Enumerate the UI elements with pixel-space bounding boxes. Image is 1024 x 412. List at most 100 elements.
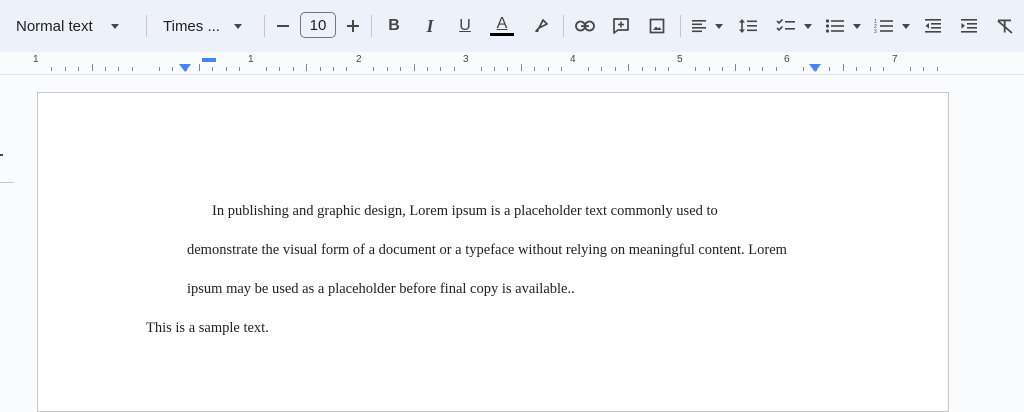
ruler-tick	[668, 67, 669, 71]
image-icon	[649, 18, 665, 34]
increase-font-size-button[interactable]	[341, 14, 365, 38]
ruler-tick	[548, 67, 549, 71]
decrease-indent-icon	[925, 19, 941, 33]
line-spacing-button[interactable]	[736, 14, 760, 38]
chevron-down-icon[interactable]	[853, 24, 861, 29]
bulleted-list-button[interactable]	[823, 14, 847, 38]
ruler-number: 1	[248, 54, 254, 65]
ruler-tick	[655, 67, 656, 71]
increase-indent-icon	[961, 19, 977, 33]
highlight-color-button[interactable]	[529, 14, 553, 38]
ruler-tick	[561, 67, 562, 71]
chevron-down-icon[interactable]	[804, 24, 812, 29]
ruler-tick	[910, 67, 911, 71]
ruler-tick	[51, 67, 52, 71]
ruler-tick	[870, 67, 871, 71]
minus-icon	[277, 25, 289, 27]
paragraph-style-dropdown[interactable]: Normal text	[16, 12, 119, 40]
right-indent-marker-icon[interactable]	[809, 64, 821, 72]
ruler-number: 3	[463, 54, 469, 65]
ruler-tick	[843, 64, 844, 71]
ruler-tick	[642, 67, 643, 71]
ruler-tick	[132, 67, 133, 71]
decrease-font-size-button[interactable]	[271, 14, 295, 38]
svg-text:3: 3	[874, 29, 877, 34]
ruler-tick	[735, 64, 736, 71]
font-size-input[interactable]: 10	[300, 12, 336, 38]
ruler-tick	[346, 67, 347, 71]
ruler-tick	[159, 67, 160, 71]
ruler-number: 1	[33, 54, 39, 65]
increase-indent-button[interactable]	[957, 14, 981, 38]
paragraph-line[interactable]: In publishing and graphic design, Lorem …	[212, 203, 718, 220]
ruler-tick	[829, 67, 830, 71]
ruler-tick	[923, 67, 924, 71]
toolbar-divider	[264, 15, 265, 37]
align-button[interactable]	[687, 14, 711, 38]
bold-button[interactable]: B	[382, 14, 406, 38]
ruler-tick	[373, 67, 374, 71]
ruler-number: 4	[570, 54, 576, 65]
ruler-tick	[440, 67, 441, 71]
decrease-indent-button[interactable]	[921, 14, 945, 38]
toolbar: Normal text Times ... 10 B I U A 1 2 3	[0, 0, 1024, 52]
ruler-tick	[333, 67, 334, 71]
document-page[interactable]: In publishing and graphic design, Lorem …	[37, 92, 949, 412]
ruler-tick	[709, 67, 710, 71]
ruler-tick	[226, 67, 227, 71]
toolbar-divider	[146, 15, 147, 37]
font-family-dropdown[interactable]: Times ...	[163, 12, 242, 40]
ruler-tick	[105, 67, 106, 71]
underline-icon: U	[459, 17, 471, 34]
ruler-tick	[454, 67, 455, 71]
ruler-number: 7	[892, 54, 898, 65]
horizontal-ruler[interactable]: 1 1 2 3 4 5 6 7	[0, 52, 1024, 75]
ruler-tick	[199, 64, 200, 71]
ruler-tick	[494, 67, 495, 71]
chevron-down-icon[interactable]	[902, 24, 910, 29]
ruler-tick	[749, 67, 750, 71]
text-color-swatch	[490, 33, 514, 36]
ruler-tick	[92, 64, 93, 71]
font-family-label: Times ...	[163, 17, 220, 35]
ruler-tick	[601, 67, 602, 71]
numbered-list-icon: 1 2 3	[874, 19, 893, 34]
add-comment-button[interactable]	[609, 14, 633, 38]
toolbar-divider	[371, 15, 372, 37]
ruler-tick	[883, 67, 884, 71]
ruler-tick	[279, 67, 280, 71]
underline-button[interactable]: U	[453, 14, 477, 38]
first-line-indent-marker[interactable]	[202, 58, 216, 62]
chevron-down-icon[interactable]	[715, 24, 723, 29]
chevron-down-icon	[110, 23, 119, 29]
ruler-tick	[414, 64, 415, 71]
checklist-button[interactable]	[774, 14, 798, 38]
ruler-number: 6	[784, 54, 790, 65]
ruler-tick	[320, 67, 321, 71]
ruler-tick	[534, 67, 535, 71]
italic-button[interactable]: I	[418, 14, 442, 38]
ruler-tick	[400, 67, 401, 71]
insert-image-button[interactable]	[645, 14, 669, 38]
ruler-tick	[615, 67, 616, 71]
line-spacing-icon	[739, 19, 757, 33]
numbered-list-button[interactable]: 1 2 3	[872, 14, 896, 38]
ruler-tick	[212, 67, 213, 71]
toolbar-divider	[680, 15, 681, 37]
ruler-tick	[306, 64, 307, 71]
insert-link-button[interactable]	[573, 14, 597, 38]
ruler-tick	[65, 67, 66, 71]
clear-formatting-button[interactable]	[993, 14, 1017, 38]
ruler-tick	[387, 67, 388, 71]
text-color-button[interactable]: A	[490, 14, 514, 38]
ruler-tick	[118, 67, 119, 71]
paragraph-line[interactable]: demonstrate the visual form of a documen…	[187, 242, 787, 259]
ruler-tick	[266, 67, 267, 71]
paragraph-line[interactable]: ipsum may be used as a placeholder befor…	[187, 281, 575, 298]
paragraph-line[interactable]: This is a sample text.	[146, 320, 269, 337]
ruler-tick	[172, 67, 173, 71]
left-indent-marker-icon[interactable]	[179, 64, 191, 72]
toolbar-divider	[563, 15, 564, 37]
ruler-tick	[803, 67, 804, 71]
ruler-tick	[722, 67, 723, 71]
